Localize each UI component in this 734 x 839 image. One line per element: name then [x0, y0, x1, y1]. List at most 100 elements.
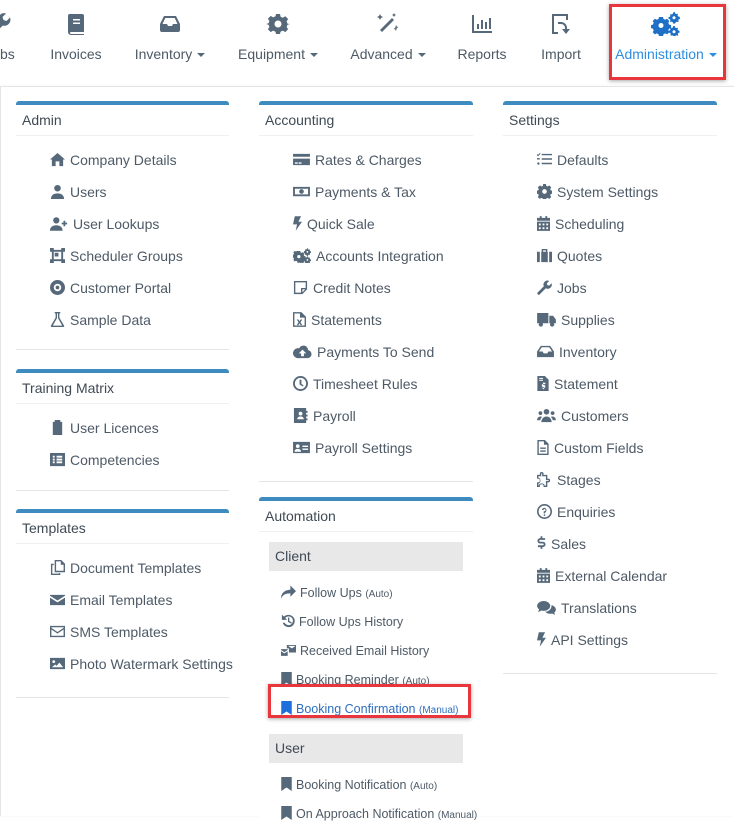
menu-photo-watermark-settings[interactable]: Photo Watermark Settings: [16, 648, 233, 680]
menu-quotes[interactable]: Quotes: [503, 240, 717, 272]
menu-payments-to-send[interactable]: Payments To Send: [259, 336, 473, 368]
menu-sms-templates[interactable]: SMS Templates: [16, 616, 229, 648]
nav-advanced[interactable]: Advanced: [348, 12, 428, 62]
flask-icon: [50, 312, 65, 328]
bookmark-icon: [281, 806, 292, 820]
menu-defaults[interactable]: Defaults: [503, 144, 717, 176]
puzzle-piece-icon: [537, 472, 551, 487]
menu-payroll-settings[interactable]: Payroll Settings: [259, 432, 473, 464]
history-icon: [281, 614, 295, 628]
calendar-icon: [537, 568, 550, 583]
nav-import[interactable]: Import: [538, 12, 584, 62]
menu-statement[interactable]: Statement: [503, 368, 717, 400]
menu-external-calendar[interactable]: External Calendar: [503, 560, 717, 592]
panel-title-settings: Settings: [503, 105, 717, 136]
menu-translations[interactable]: Translations: [503, 592, 717, 624]
bookmark-icon: [281, 777, 292, 791]
truck-icon: [537, 312, 556, 327]
nav-reports[interactable]: Reports: [456, 12, 508, 62]
comments-icon: [537, 600, 556, 615]
wrench-icon: [0, 12, 22, 40]
menu-statements[interactable]: Statements: [259, 304, 473, 336]
gear-icon: [536, 184, 553, 201]
nav-jobs[interactable]: Jobs: [0, 12, 22, 62]
menu-user-lookups[interactable]: User Lookups: [16, 208, 229, 240]
menu-customer-portal[interactable]: Customer Portal: [16, 272, 229, 304]
menu-users[interactable]: Users: [16, 176, 229, 208]
envelope-icon: [50, 594, 65, 606]
menu-received-email-history[interactable]: Received Email History: [259, 637, 473, 666]
menu-booking-notification[interactable]: Booking Notification (Auto): [259, 771, 473, 800]
bar-chart-icon: [456, 12, 508, 40]
suitcase-icon: [537, 248, 552, 263]
dollar-sign-icon: [537, 536, 546, 549]
tasks-icon: [537, 152, 552, 165]
menu-payroll[interactable]: Payroll: [259, 400, 473, 432]
menu-rates-charges[interactable]: Rates & Charges: [259, 144, 473, 176]
menu-quick-sale[interactable]: Quick Sale: [259, 208, 473, 240]
menu-competencies[interactable]: Competencies: [16, 444, 229, 476]
chevron-down-icon: [197, 53, 206, 58]
panel-title-training-matrix: Training Matrix: [16, 373, 229, 404]
menu-accounts-integration[interactable]: Accounts Integration: [259, 240, 473, 272]
users-icon: [537, 408, 556, 423]
menu-user-licences[interactable]: User Licences: [16, 412, 229, 444]
subhead-user: User: [269, 734, 463, 763]
address-book-icon: [293, 408, 308, 423]
life-ring-icon: [50, 280, 65, 295]
menu-customers[interactable]: Customers: [503, 400, 717, 432]
calendar-icon: [537, 216, 550, 231]
chevron-down-icon: [417, 53, 426, 58]
menu-company-details[interactable]: Company Details: [16, 144, 229, 176]
menu-booking-confirmation[interactable]: Booking Confirmation (Manual): [259, 695, 473, 724]
menu-email-templates[interactable]: Email Templates: [16, 584, 229, 616]
menu-jobs[interactable]: Jobs: [503, 272, 717, 304]
top-navigation: Jobs Invoices Inventory Equipment Advanc…: [0, 0, 734, 86]
id-card-icon: [293, 441, 310, 454]
menu-enquiries[interactable]: Enquiries: [503, 496, 717, 528]
menu-follow-ups-history[interactable]: Follow Ups History: [259, 608, 473, 637]
money-bill-icon: [293, 186, 310, 197]
copy-icon: [50, 560, 65, 575]
image-icon: [50, 657, 65, 670]
nav-inventory[interactable]: Inventory: [132, 12, 208, 62]
bookmark-icon: [281, 701, 292, 715]
menu-scheduler-groups[interactable]: Scheduler Groups: [16, 240, 229, 272]
panel-templates: Templates Document Templates Email Templ…: [16, 509, 233, 698]
menu-custom-fields[interactable]: Custom Fields: [503, 432, 717, 464]
user-plus-icon: [50, 217, 68, 231]
menu-api-settings[interactable]: API Settings: [503, 624, 717, 656]
wrench-icon: [537, 280, 552, 295]
menu-credit-notes[interactable]: Credit Notes: [259, 272, 473, 304]
clipboard-icon: [52, 420, 63, 435]
menu-stages[interactable]: Stages: [503, 464, 717, 496]
menu-timesheet-rules[interactable]: Timesheet Rules: [259, 368, 473, 400]
nav-equipment[interactable]: Equipment: [236, 12, 320, 62]
nav-invoices[interactable]: Invoices: [46, 12, 106, 62]
cogs-icon: [292, 248, 312, 265]
menu-follow-ups[interactable]: Follow Ups (Auto): [259, 579, 473, 608]
menu-booking-reminder[interactable]: Booking Reminder (Auto): [259, 666, 473, 695]
menu-scheduling[interactable]: Scheduling: [503, 208, 717, 240]
panel-title-admin: Admin: [16, 105, 229, 136]
menu-supplies[interactable]: Supplies: [503, 304, 717, 336]
menu-inventory[interactable]: Inventory: [503, 336, 717, 368]
cloud-upload-icon: [292, 345, 312, 359]
menu-sales[interactable]: Sales: [503, 528, 717, 560]
import-icon: [538, 12, 584, 40]
gear-icon: [236, 12, 320, 40]
share-icon: [281, 585, 296, 599]
menu-sample-data[interactable]: Sample Data: [16, 304, 229, 336]
menu-document-templates[interactable]: Document Templates: [16, 552, 229, 584]
question-circle-icon: [537, 504, 552, 519]
book-icon: [46, 12, 106, 40]
panel-settings: Settings Defaults System Settings Schedu…: [503, 101, 717, 674]
inbox-icon: [132, 12, 208, 40]
nav-administration[interactable]: Administration: [612, 12, 720, 62]
menu-system-settings[interactable]: System Settings: [503, 176, 717, 208]
file-excel-icon: [293, 312, 306, 327]
subhead-client: Client: [269, 542, 463, 571]
credit-card-icon: [293, 153, 310, 166]
menu-payments-tax[interactable]: Payments & Tax: [259, 176, 473, 208]
envelope-outline-icon: [50, 625, 65, 638]
